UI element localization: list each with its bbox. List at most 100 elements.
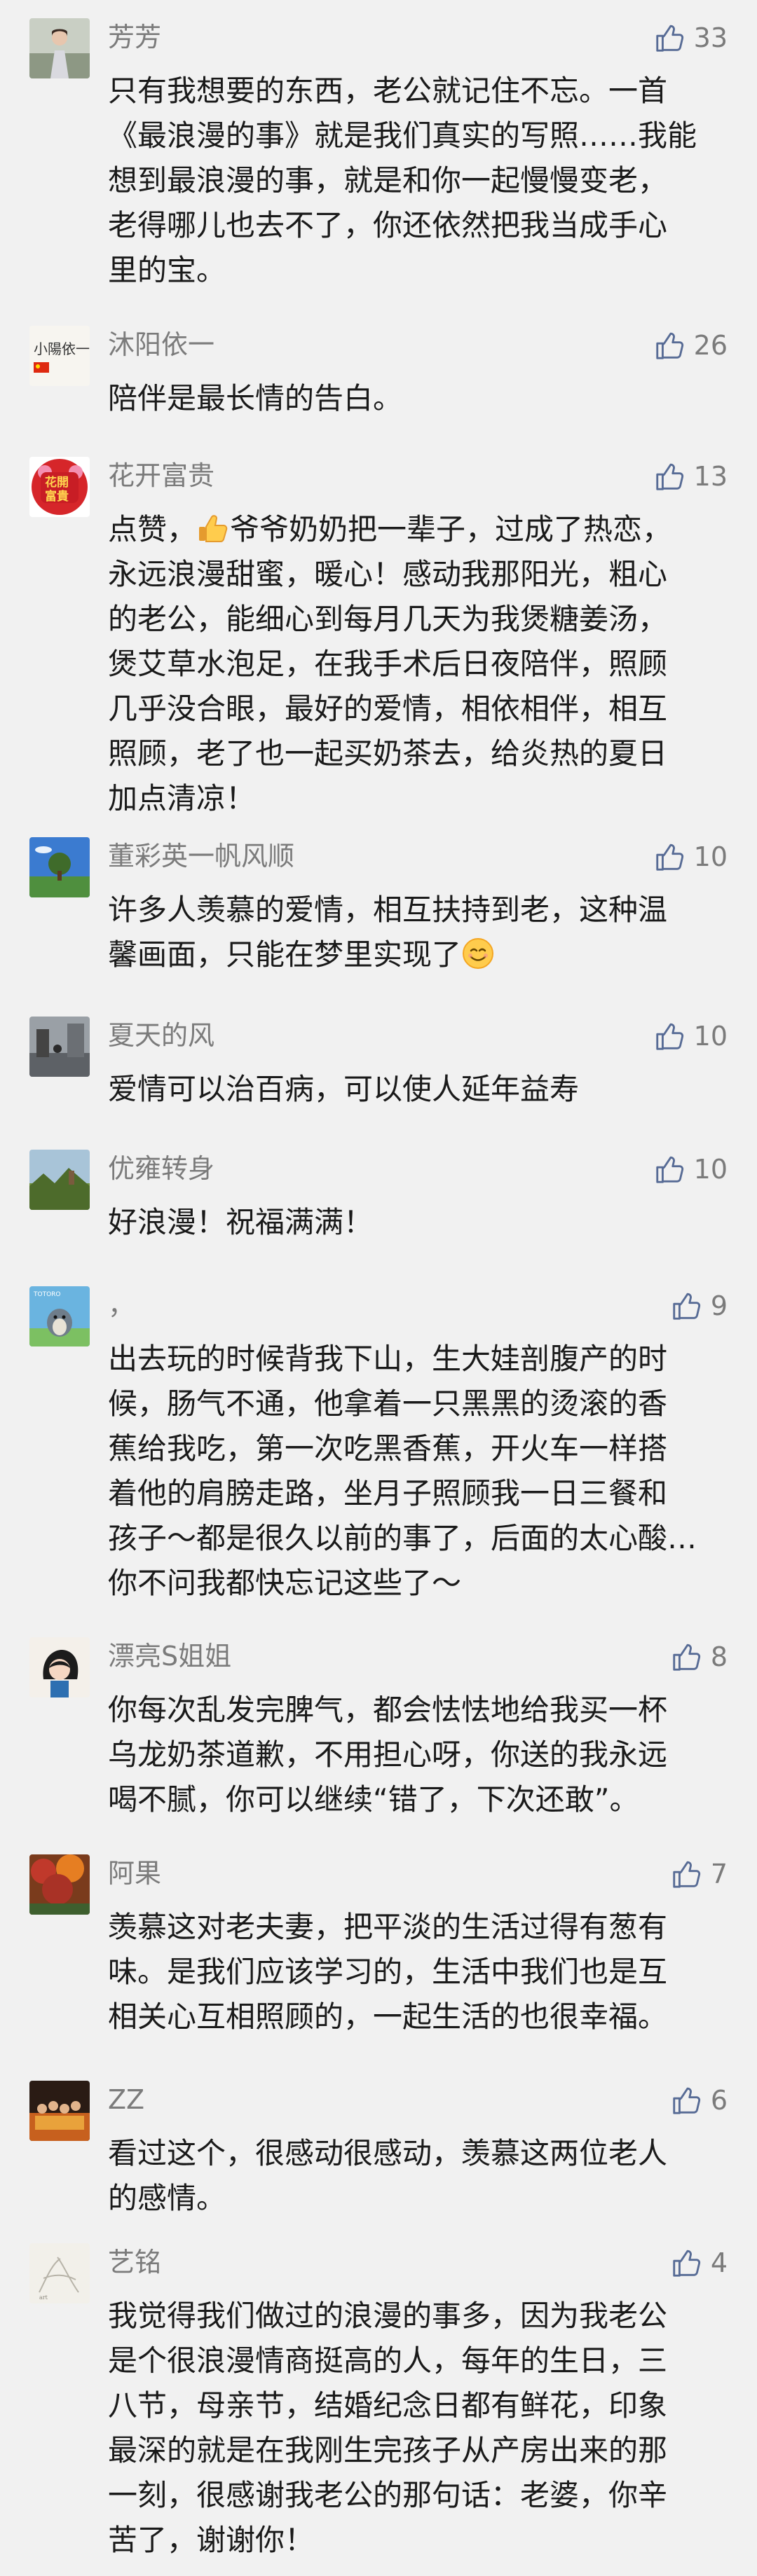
- like-button[interactable]: 33: [653, 21, 728, 55]
- avatar[interactable]: [29, 1017, 90, 1077]
- group-photo-avatar: [29, 2081, 90, 2141]
- comment-line: 是个很浪漫情商挺高的人，每年的生日，三: [108, 2343, 668, 2378]
- thumbs-up-icon: [670, 1290, 702, 1322]
- svg-text:花開: 花開: [45, 475, 69, 490]
- comment-line: 一刻，很感谢我老公的那句话：老婆，你辛: [108, 2478, 668, 2512]
- thumbs-up-icon: [653, 329, 686, 361]
- nickname[interactable]: 沐阳依一: [108, 326, 214, 364]
- like-button[interactable]: 7: [670, 1857, 728, 1891]
- thumbs-up-icon: [670, 2247, 702, 2279]
- like-count: 6: [710, 2085, 728, 2116]
- nickname[interactable]: 艺铭: [108, 2243, 161, 2281]
- nickname[interactable]: 夏天的风: [108, 1017, 214, 1054]
- comment-line: 最深的就是在我刚生完孩子从产房出来的那: [108, 2433, 668, 2467]
- sketch-avatar: art: [29, 2243, 90, 2303]
- like-count: 10: [693, 1021, 728, 1052]
- comment-line: 煲艾草水泡足，在我手术后日夜陪伴，照顾: [108, 647, 668, 681]
- thumbs-up-icon: [653, 460, 686, 493]
- avatar[interactable]: TOTORO: [29, 1286, 90, 1346]
- comment-line: 味。是我们应该学习的，生活中我们也是互: [108, 1955, 668, 1989]
- avatar[interactable]: [29, 1854, 90, 1915]
- like-button[interactable]: 6: [670, 2083, 728, 2117]
- like-count: 7: [710, 1859, 728, 1889]
- comment-line: 的老公，能细心到每月几天为我煲糖姜汤，: [108, 602, 668, 636]
- nickname[interactable]: ，: [108, 1286, 135, 1324]
- landscape-avatar: [29, 1150, 90, 1210]
- comment-line: 候，肠气不通，他拿着一只黑黑的烫滚的香: [108, 1386, 668, 1421]
- comment-text: 你每次乱发完脾气，都会怯怯地给我买一杯 乌龙奶茶道歉，不用担心呀，你送的我永远 喝不…: [108, 1688, 728, 1822]
- comment-line: 的感情。: [108, 2181, 226, 2215]
- nickname[interactable]: 阿果: [108, 1854, 161, 1892]
- comment-text: 好浪漫！祝福满满！: [108, 1200, 728, 1245]
- thumbs-up-icon: [653, 1020, 686, 1052]
- comment-line: 加点清凉！: [108, 781, 256, 815]
- flower-fortune-avatar: 花開富貴: [29, 457, 90, 517]
- thumbs-up-icon: [670, 2084, 702, 2116]
- like-button[interactable]: 26: [653, 329, 728, 362]
- comment-line: 永远浪漫甜蜜，暖心！感动我那阳光，粗心: [108, 557, 668, 591]
- comment-text: 陪伴是最长情的告白。: [108, 376, 728, 421]
- avatar[interactable]: [29, 1637, 90, 1697]
- comment-line: 好浪漫！祝福满满！: [108, 1205, 374, 1239]
- avatar[interactable]: 小陽依一: [29, 326, 90, 386]
- nickname[interactable]: 花开富贵: [108, 457, 214, 495]
- comment-line: 点赞， 爷爷奶奶把一辈子，过成了热恋，: [108, 512, 672, 546]
- sky-tree-avatar: [29, 837, 90, 897]
- like-count: 26: [693, 330, 728, 361]
- comment-text: 羡慕这对老夫妻，把平淡的生活过得有葱有 味。是我们应该学习的，生活中我们也是互 相关…: [108, 1905, 728, 2039]
- svg-text:art: art: [39, 2294, 48, 2301]
- avatar[interactable]: 花開 富貴: [29, 457, 90, 517]
- comment-text: 出去玩的时候背我下山，生大娃剖腹产的时 候，肠气不通，他拿着一只黑黑的烫滚的香 蕉给…: [108, 1337, 728, 1606]
- nickname[interactable]: 芳芳: [108, 18, 161, 56]
- like-button[interactable]: 10: [653, 1152, 728, 1186]
- comment-line: 《最浪漫的事》就是我们真实的写照……我能: [108, 118, 697, 153]
- avatar[interactable]: [29, 837, 90, 897]
- comment-line: 你不问我都快忘记这些了～: [108, 1566, 462, 1600]
- thumbs-up-icon: [653, 841, 686, 873]
- comment-line: 孩子～都是很久以前的事了，后面的太心酸…: [108, 1521, 697, 1555]
- like-button[interactable]: 10: [653, 840, 728, 874]
- like-count: 33: [693, 22, 728, 53]
- cartoon-totoro-avatar: TOTORO: [29, 1286, 90, 1346]
- like-button[interactable]: 4: [670, 2246, 728, 2280]
- like-button[interactable]: 9: [670, 1289, 728, 1323]
- like-button[interactable]: 10: [653, 1019, 728, 1053]
- avatar[interactable]: art: [29, 2243, 90, 2303]
- nickname[interactable]: 漂亮S姐姐: [108, 1637, 231, 1675]
- thumbs-up-icon: [670, 1641, 702, 1673]
- thumbs-up-emoji: [199, 515, 228, 542]
- comment-text: 我觉得我们做过的浪漫的事多，因为我老公 是个很浪漫情商挺高的人，每年的生日，三 八节…: [108, 2294, 728, 2563]
- like-count: 10: [693, 1154, 728, 1185]
- nickname[interactable]: 优雍转身: [108, 1150, 214, 1187]
- smile-emoji: [463, 938, 494, 969]
- calligraphy-flag-avatar: 小陽依一: [29, 326, 90, 386]
- like-count: 10: [693, 841, 728, 872]
- comment-line: 陪伴是最长情的告白。: [108, 381, 403, 415]
- nickname[interactable]: ZZ: [108, 2081, 144, 2119]
- like-count: 8: [710, 1641, 728, 1672]
- comment-line: 想到最浪漫的事，就是和你一起慢慢变老，: [108, 163, 668, 198]
- like-button[interactable]: 8: [670, 1640, 728, 1674]
- thumbs-up-icon: [653, 22, 686, 54]
- avatar[interactable]: [29, 1150, 90, 1210]
- comment-line: 我觉得我们做过的浪漫的事多，因为我老公: [108, 2299, 668, 2333]
- like-count: 4: [710, 2247, 728, 2278]
- cartoon-girl-avatar: [29, 1637, 90, 1697]
- comment-line: 几乎没合眼，最好的爱情，相依相伴，相互: [108, 691, 668, 726]
- nickname[interactable]: 董彩英一帆风顺: [108, 837, 294, 875]
- autumn-tree-avatar: [29, 1854, 90, 1915]
- comment-line: 你每次乱发完脾气，都会怯怯地给我买一杯: [108, 1693, 668, 1727]
- comment-line: 只有我想要的东西，老公就记住不忘。一首: [108, 74, 668, 108]
- comment-text: 爱情可以治百病，可以使人延年益寿: [108, 1067, 728, 1112]
- comment-line: 蕉给我吃，第一次吃黑香蕉，开火车一样搭: [108, 1431, 668, 1466]
- comment-text: 看过这个，很感动很感动，羡慕这两位老人 的感情。: [108, 2131, 728, 2221]
- comment-line: 出去玩的时候背我下山，生大娃剖腹产的时: [108, 1342, 668, 1376]
- avatar[interactable]: [29, 18, 90, 78]
- like-button[interactable]: 13: [653, 460, 728, 493]
- thumbs-up-icon: [670, 1858, 702, 1890]
- comment-line: 着他的肩膀走路，坐月子照顾我一日三餐和: [108, 1476, 668, 1510]
- thumbs-up-icon: [653, 1153, 686, 1185]
- street-scene-avatar: [29, 1017, 90, 1077]
- comment-text: 许多人羡慕的爱情，相互扶持到老，这种温 馨画面，只能在梦里实现了: [108, 888, 728, 977]
- avatar[interactable]: [29, 2081, 90, 2141]
